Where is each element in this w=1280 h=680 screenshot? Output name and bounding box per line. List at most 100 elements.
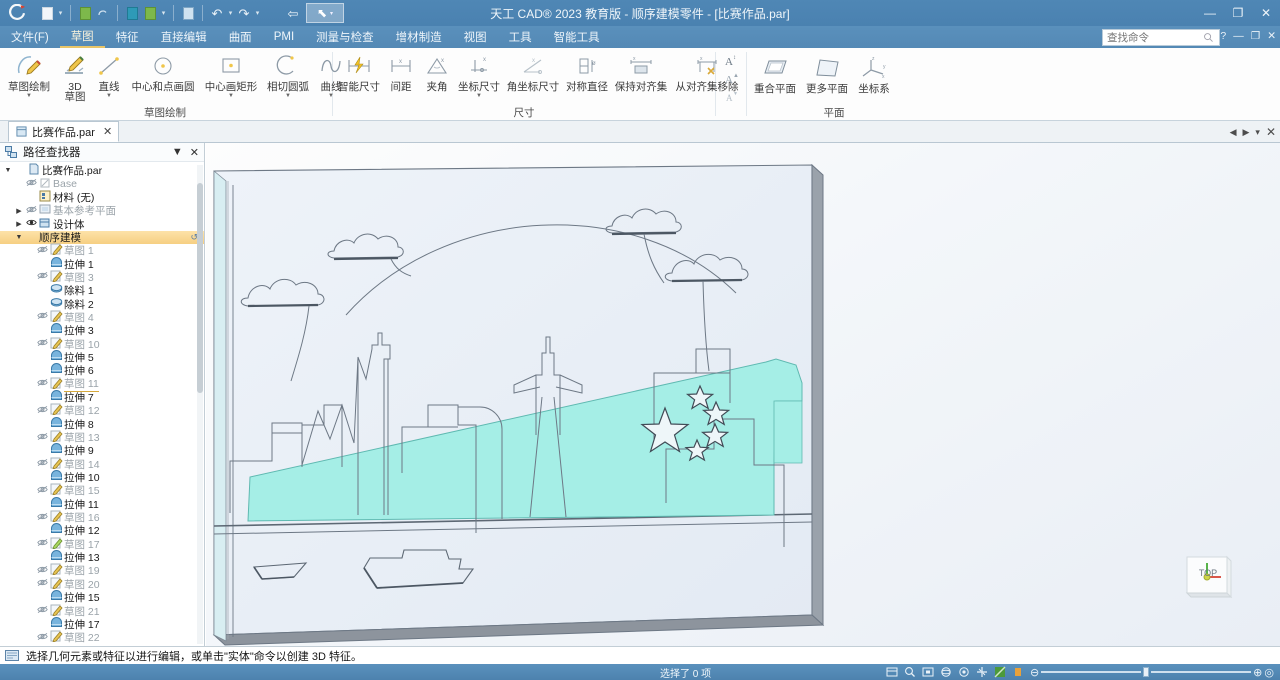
redo-dropdown-icon[interactable]: ▾ (253, 9, 262, 17)
visibility-off-icon[interactable] (36, 311, 49, 323)
zoom-slider-track-right[interactable] (1151, 671, 1252, 673)
tree-item[interactable]: 拉伸 17 (0, 616, 204, 631)
visibility-off-icon[interactable] (25, 178, 38, 190)
visibility-off-icon[interactable] (36, 565, 49, 577)
visibility-off-icon[interactable] (36, 578, 49, 590)
new-file-icon[interactable] (38, 3, 56, 23)
visibility-off-icon[interactable] (25, 205, 38, 217)
fit-icon[interactable] (922, 666, 935, 679)
visibility-off-icon[interactable] (36, 632, 49, 644)
tree-item[interactable]: 除料 2 (0, 297, 204, 311)
visibility-off-icon[interactable] (36, 485, 49, 497)
visibility-off-icon[interactable] (36, 512, 49, 524)
tree-item[interactable]: 草图 4 (0, 310, 204, 324)
zoom-area-icon[interactable] (904, 666, 917, 679)
cmd-rectangle-center[interactable]: 中心画矩形 ▼ (200, 52, 262, 99)
open-recent-icon[interactable] (94, 3, 112, 23)
feature-tree[interactable]: ▼ 比赛作品.par Base 材料 (无) ▶ 基本参考平面 ▶ 设计体 ▼ 顺序建模 ↺ 草图 1… (0, 162, 204, 646)
tree-item[interactable]: 拉伸 12 (0, 523, 204, 537)
help-button[interactable]: ? (1220, 30, 1226, 42)
tree-item[interactable]: 拉伸 1 (0, 256, 204, 271)
document-tab-nav[interactable]: ◀ ▶ ▾ ✕ (1230, 125, 1276, 139)
window-minimize-button[interactable]: — (1196, 0, 1224, 26)
visibility-off-icon[interactable] (36, 378, 49, 390)
tree-item[interactable]: 拉伸 13 (0, 550, 204, 564)
tab-direct-edit[interactable]: 直接编辑 (150, 26, 218, 48)
doc-restore-button[interactable]: ❐ (1251, 30, 1260, 42)
window-controls[interactable]: — ❐ ✕ (1196, 0, 1280, 26)
undo-dropdown-icon[interactable]: ▾ (226, 9, 235, 17)
print-icon[interactable] (179, 3, 197, 23)
tree-item[interactable]: 拉伸 15 (0, 590, 204, 604)
repeat-icon[interactable]: ⇦ (284, 3, 302, 23)
cmd-text-style[interactable]: A ↕ (718, 51, 744, 69)
cmd-line[interactable]: 直线 ▼ (92, 52, 126, 99)
tree-item[interactable]: 草图 16 (0, 510, 204, 524)
save-icon[interactable] (123, 3, 141, 23)
zoom-slider-handle[interactable] (1143, 667, 1150, 677)
zoom-out-icon[interactable]: ⊖ (1030, 666, 1039, 679)
tree-item[interactable]: 草图 1 (0, 243, 204, 257)
visibility-off-icon[interactable] (36, 338, 49, 350)
document-window-controls[interactable]: ? — ❐ ✕ (1220, 30, 1276, 42)
expander-open-icon[interactable]: ▼ (2, 167, 14, 174)
visibility-off-icon[interactable] (36, 432, 49, 444)
tree-item[interactable]: 草图 19 (0, 563, 204, 577)
tab-file[interactable]: 文件(F) (0, 26, 60, 48)
view-cube[interactable]: TOP (1181, 549, 1236, 604)
tree-item[interactable]: 草图 22 (0, 630, 204, 644)
zoom-slider[interactable]: ⊖ ⊕ ◎ (1030, 666, 1274, 679)
orbit-icon[interactable] (976, 666, 989, 679)
tree-item[interactable]: 拉伸 10 (0, 470, 204, 484)
tree-item[interactable]: 拉伸 7 (0, 390, 204, 404)
tree-item[interactable]: ▶ 基本参考平面 (0, 204, 204, 217)
select-tool-icon[interactable]: ⬉ ▾ (306, 3, 344, 23)
new-file-dropdown-icon[interactable]: ▾ (56, 9, 65, 17)
chevron-down-icon[interactable]: ▼ (228, 93, 234, 99)
cmd-text-grow[interactable]: A ▲ (718, 69, 744, 87)
cmd-angular-coordinate[interactable]: x 角坐标尺寸 (503, 52, 563, 93)
tree-item[interactable]: 草图 12 (0, 403, 204, 417)
cmd-symmetric-diameter[interactable]: ø 对称直径 (563, 52, 611, 93)
ribbon-tab-bar[interactable]: 文件(F) 草图 特征 直接编辑 曲面 PMI 测量与检查 增材制造 视图 工具… (0, 26, 1280, 48)
visibility-off-icon[interactable] (36, 605, 49, 617)
chevron-down-icon[interactable]: ▼ (476, 93, 482, 99)
cmd-smart-dimension[interactable]: 智能尺寸 (335, 52, 383, 93)
expander-closed-icon[interactable]: ▶ (13, 207, 25, 215)
expander-open-icon[interactable]: ▼ (13, 234, 25, 241)
cmd-distance[interactable]: x 间距 (383, 52, 419, 93)
tab-close-all-icon[interactable]: ✕ (1266, 125, 1276, 139)
search-input[interactable] (1107, 31, 1203, 44)
tree-item[interactable]: 拉伸 6 (0, 363, 204, 377)
visibility-off-icon[interactable] (36, 245, 49, 257)
tree-item[interactable]: 草图 10 (0, 337, 204, 351)
tree-item[interactable]: ▼ 比赛作品.par (0, 163, 204, 177)
open-file-icon[interactable] (76, 3, 94, 23)
chevron-down-icon[interactable]: ▼ (26, 93, 32, 99)
visibility-off-icon[interactable] (36, 405, 49, 417)
save-dropdown-icon[interactable]: ▾ (159, 9, 168, 17)
tree-item[interactable]: 拉伸 9 (0, 443, 204, 457)
tab-measure[interactable]: 测量与检查 (305, 26, 385, 48)
cmd-sketch-3d[interactable]: 3D 草图 (58, 52, 92, 102)
doc-minimize-button[interactable]: — (1233, 30, 1244, 42)
window-restore-button[interactable]: ❐ (1224, 0, 1252, 26)
tree-scrollbar[interactable] (197, 165, 203, 644)
tree-item[interactable]: ▶ 设计体 (0, 217, 204, 231)
rotate-view-icon[interactable] (940, 666, 953, 679)
window-close-button[interactable]: ✕ (1252, 0, 1280, 26)
tab-next-icon[interactable]: ▶ (1242, 127, 1249, 138)
tab-menu-icon[interactable]: ▾ (1255, 127, 1260, 138)
view-tools[interactable]: ⊖ ⊕ ◎ (886, 666, 1274, 679)
zoom-slider-track[interactable] (1041, 671, 1142, 673)
cmd-coincident-plane[interactable]: 重合平面 (749, 54, 801, 95)
cmd-more-planes[interactable]: 更多平面 (801, 54, 853, 95)
tree-item[interactable]: ▼ 顺序建模 ↺ (0, 230, 204, 245)
zoom-reset-icon[interactable]: ◎ (1264, 666, 1274, 679)
pathfinder-menu-icon[interactable]: ▼ (172, 146, 183, 158)
tree-item[interactable]: 草图 15 (0, 483, 204, 497)
cmd-sketch-draw[interactable]: 草图绘制 ▼ (0, 52, 58, 99)
cmd-circle-center-point[interactable]: 中心和点画圆 (126, 52, 200, 93)
zoom-in-icon[interactable]: ⊕ (1253, 666, 1262, 679)
tree-item[interactable]: Base (0, 177, 204, 190)
